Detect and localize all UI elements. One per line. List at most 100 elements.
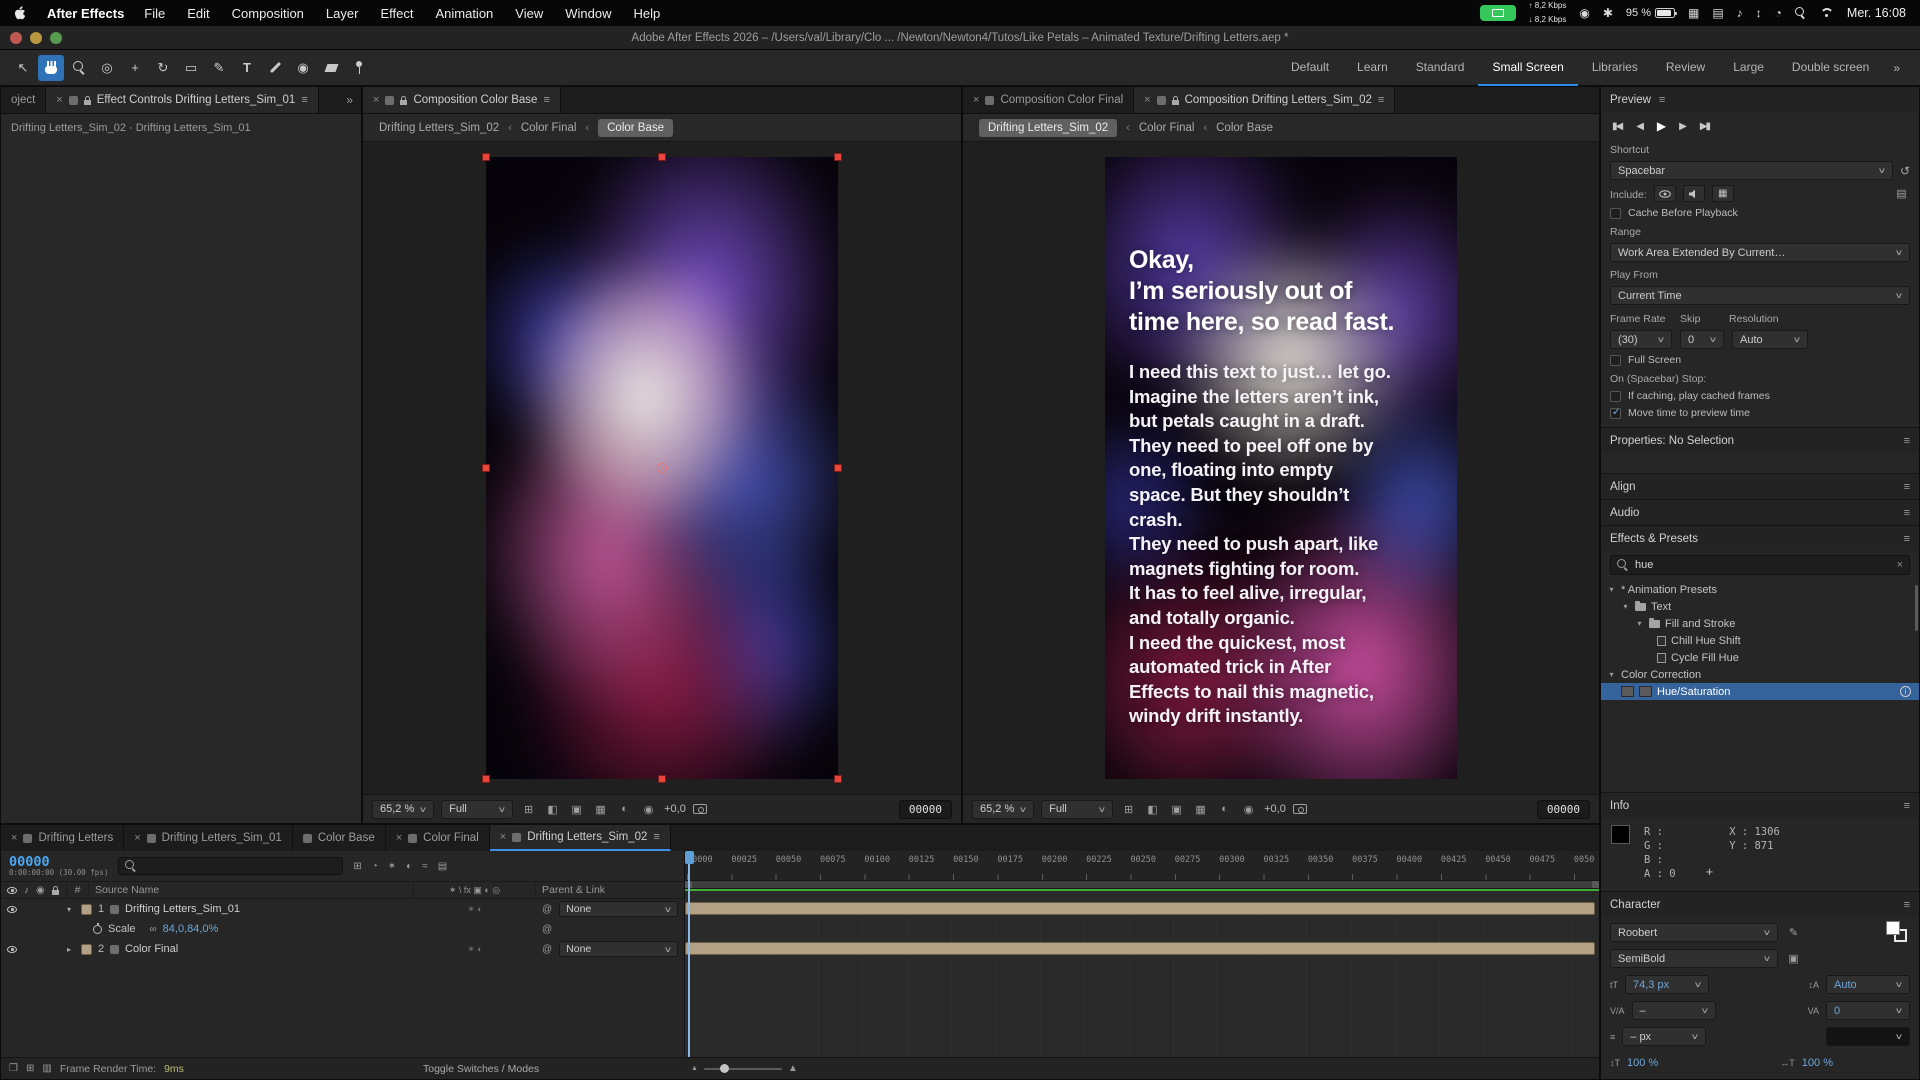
workspace-libraries[interactable]: Libraries — [1578, 50, 1652, 86]
comp-color-final-tab[interactable]: × Composition Color Final — [963, 87, 1134, 113]
clear-search-icon[interactable]: × — [1897, 559, 1903, 571]
cache-before-playback-option[interactable]: Cache Before Playback — [1610, 207, 1910, 219]
spotlight-icon[interactable] — [1795, 7, 1807, 19]
panel-menu-icon[interactable]: ≡ — [1904, 533, 1910, 545]
workspace-double-screen[interactable]: Double screen — [1778, 50, 1883, 86]
panel-menu-icon[interactable]: ≡ — [1904, 507, 1910, 519]
composition-canvas[interactable]: Okay, I’m seriously out of time here, so… — [1105, 157, 1457, 779]
display-icon[interactable]: ▦ — [1688, 6, 1699, 20]
region-of-interest-icon[interactable]: ▣ — [1168, 801, 1185, 818]
panel-menu-icon[interactable]: ≡ — [1904, 435, 1910, 447]
workspace-default[interactable]: Default — [1277, 50, 1343, 86]
parent-link-column[interactable]: Parent & Link — [536, 882, 684, 898]
include-overlays-toggle[interactable]: ▦ — [1712, 185, 1734, 202]
menu-item[interactable]: Composition — [232, 6, 304, 21]
mask-visibility-icon[interactable]: ◧ — [1144, 801, 1161, 818]
timeline-tab-color-final[interactable]: × Color Final — [386, 825, 490, 851]
breadcrumb-color-final[interactable]: Color Final — [1139, 122, 1195, 134]
snapshot-camera-icon[interactable] — [1293, 804, 1307, 814]
timeline-search-input[interactable] — [118, 857, 343, 875]
zoom-slider-track[interactable] — [704, 1068, 782, 1070]
tracking-select[interactable]: 0∨ — [1826, 1001, 1910, 1020]
graph-editor-icon[interactable]: ▤ — [438, 861, 447, 872]
breadcrumb-sim-02-active[interactable]: Drifting Letters_Sim_02 — [979, 119, 1117, 137]
twirl-icon[interactable]: ▾ — [1607, 670, 1616, 679]
shortcut-select[interactable]: Spacebar∨ — [1610, 161, 1893, 180]
current-time-display[interactable]: 00000 — [9, 855, 108, 869]
hide-shy-layers-icon[interactable]: ✶ — [388, 861, 396, 872]
play-cached-frames-option[interactable]: If caching, play cached frames — [1610, 390, 1910, 402]
font-size-select[interactable]: 74,3 px∨ — [1625, 975, 1709, 994]
panel-menu-icon[interactable]: ≡ — [1378, 94, 1384, 106]
font-style-select[interactable]: SemiBold∨ — [1610, 949, 1778, 968]
include-video-toggle[interactable] — [1654, 185, 1676, 202]
comp-viewer-area[interactable]: Okay, I’m seriously out of time here, so… — [963, 142, 1599, 795]
scale-property-row[interactable]: Scale ∞ 84,0,84,0% @ — [1, 919, 684, 939]
next-frame-button[interactable]: ▶ — [1679, 121, 1685, 132]
brush-tool[interactable] — [262, 55, 288, 81]
minimize-window-button[interactable] — [30, 32, 42, 44]
tree-item-text[interactable]: ▾ Text — [1601, 598, 1919, 615]
rectangle-tool[interactable]: ▭ — [178, 55, 204, 81]
comp-mini-flowchart-icon[interactable]: ⊞ — [353, 861, 361, 872]
anchor-point[interactable] — [657, 463, 667, 473]
move-time-option[interactable]: Move time to preview time — [1610, 407, 1910, 419]
eyedropper-icon[interactable]: ✎ — [1785, 924, 1802, 941]
comp-color-base-tab[interactable]: × Composition Color Base ≡ — [363, 87, 561, 113]
orbit-camera-tool[interactable]: ◎ — [94, 55, 120, 81]
constrain-link-icon[interactable]: ∞ — [150, 924, 157, 935]
layer-row-2[interactable]: ▸ 2 Color Final ✶ ◐ @ None∨ — [1, 939, 684, 959]
property-name[interactable]: Scale — [108, 923, 136, 935]
timeline-tab-color-base[interactable]: Color Base — [293, 825, 386, 851]
close-icon[interactable]: × — [11, 832, 17, 844]
selection-handle[interactable] — [834, 464, 842, 472]
workspace-large[interactable]: Large — [1719, 50, 1778, 86]
tree-item-color-correction[interactable]: ▾ Color Correction — [1601, 666, 1919, 683]
time-ruler[interactable]: 0000000025000500007500100001250015000175… — [685, 851, 1599, 881]
breadcrumb-sim-02[interactable]: Drifting Letters_Sim_02 — [379, 122, 499, 134]
menu-clock[interactable]: Mer. 16:08 — [1847, 6, 1906, 20]
pen-tool[interactable]: ✎ — [206, 55, 232, 81]
grid-options-icon[interactable]: ⊞ — [1120, 801, 1137, 818]
region-of-interest-icon[interactable]: ▣ — [568, 801, 585, 818]
layer-twirl[interactable]: ▸ — [67, 939, 81, 959]
type-tool[interactable]: T — [234, 55, 260, 81]
zoom-select[interactable]: 65,2 %∨ — [972, 800, 1034, 819]
toggle-switches-modes-button[interactable]: Toggle Switches / Modes — [423, 1063, 539, 1075]
comp-viewer-area[interactable] — [363, 142, 961, 795]
close-icon[interactable]: × — [373, 94, 379, 106]
status-icon-asterisk[interactable]: ✱ — [1603, 6, 1613, 20]
timeline-tab-sim-02[interactable]: × Drifting Letters_Sim_02 ≡ — [490, 825, 671, 851]
rotation-tool[interactable]: ↻ — [150, 55, 176, 81]
keyboard-icon[interactable]: ▤ — [1712, 6, 1723, 20]
include-audio-toggle[interactable] — [1683, 185, 1705, 202]
last-frame-button[interactable]: ▶▮ — [1700, 121, 1709, 132]
breadcrumb-color-base[interactable]: Color Base — [1216, 122, 1273, 134]
transparency-grid-icon[interactable]: ▦ — [1192, 801, 1209, 818]
effect-controls-tab[interactable]: × Effect Controls Drifting Letters_Sim_0… — [46, 87, 318, 113]
workspace-more-icon[interactable]: » — [1883, 50, 1910, 86]
close-icon[interactable]: × — [1144, 94, 1150, 106]
cache-before-playback-checkbox[interactable] — [1610, 208, 1621, 219]
exposure-value[interactable]: +0,0 — [1264, 803, 1286, 815]
clone-stamp-tool[interactable]: ◉ — [290, 55, 316, 81]
timeline-tab-sim-01[interactable]: × Drifting Letters_Sim_01 — [124, 825, 293, 851]
zoom-tool[interactable] — [66, 55, 92, 81]
zoom-window-button[interactable] — [50, 32, 62, 44]
layer-duration-bar-1[interactable] — [685, 902, 1595, 915]
tree-item-fill-and-stroke[interactable]: ▾ Fill and Stroke — [1601, 615, 1919, 632]
timeline-track-area[interactable]: 0000000025000500007500100001250015000175… — [685, 851, 1599, 1057]
exposure-value[interactable]: +0,0 — [664, 803, 686, 815]
layer-visibility-toggle[interactable] — [7, 946, 17, 953]
panel-menu-icon[interactable]: ≡ — [1904, 481, 1910, 493]
panel-menu-icon[interactable]: ≡ — [1904, 800, 1910, 812]
hand-tool[interactable] — [38, 55, 64, 81]
layer-color-chip[interactable] — [81, 944, 92, 955]
fill-stroke-swatches[interactable] — [1886, 921, 1910, 945]
zoom-slider-knob[interactable] — [720, 1064, 729, 1073]
more-tabs-icon[interactable]: » — [338, 87, 361, 113]
battery-indicator[interactable]: 95 % — [1626, 7, 1675, 19]
viewer-timecode[interactable]: 00000 — [899, 800, 952, 819]
parent-select[interactable]: None∨ — [559, 901, 678, 917]
workspace-review[interactable]: Review — [1652, 50, 1719, 86]
